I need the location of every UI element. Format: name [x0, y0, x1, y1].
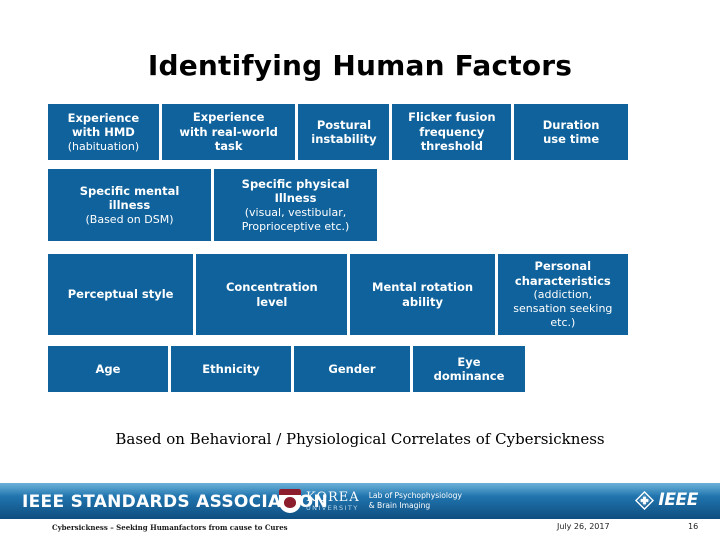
- factor-box-specific-mental-illness[interactable]: Specific mental illness (Based on DSM): [48, 169, 211, 241]
- ieee-diamond-icon: [635, 490, 655, 510]
- ieee-wordmark: IEEE: [658, 490, 698, 510]
- lab-line-2: & Brain Imaging: [368, 501, 431, 510]
- korea-university-logo: KOREA UNIVERSITY Lab of Psychophysiology…: [279, 489, 462, 513]
- diagram-row-1: Experience with HMD (habituation) Experie…: [48, 104, 628, 160]
- diagram-caption: Based on Behavioral / Physiological Corr…: [115, 430, 605, 448]
- factor-box-concentration-level[interactable]: Concentration level: [196, 254, 348, 335]
- factor-box-specific-physical-illness[interactable]: Specific physical Illness (visual, vestib…: [214, 169, 377, 241]
- factor-box-experience-hmd[interactable]: Experience with HMD (habituation): [48, 104, 159, 160]
- factor-box-duration-use-time[interactable]: Duration use time: [514, 104, 628, 160]
- factor-label: Gender: [328, 361, 376, 376]
- korea-university-wordmark: KOREA UNIVERSITY: [306, 491, 360, 512]
- factor-box-perceptual-style[interactable]: Perceptual style: [48, 254, 194, 335]
- factor-label: Experience with real-world task: [179, 110, 278, 154]
- factor-label: Specific physical Illness: [241, 176, 350, 206]
- factor-box-flicker-fusion-frequency-threshold[interactable]: Flicker fusion frequency threshold: [392, 104, 512, 160]
- factor-label: Mental rotation ability: [372, 280, 474, 309]
- factor-label: Duration use time: [542, 117, 600, 147]
- diagram-row-4: Age Ethnicity Gender Eye dominance: [48, 346, 628, 392]
- diagram-row-2: Specific mental illness (Based on DSM) Sp…: [48, 169, 628, 241]
- factor-label: Postural instability: [311, 117, 377, 147]
- human-factors-diagram: Experience with HMD (habituation) Experie…: [48, 104, 628, 392]
- ieee-logo: IEEE: [635, 490, 698, 510]
- factor-sublabel: (addiction, sensation seeking etc.): [513, 288, 613, 329]
- lab-name: Lab of Psychophysiology & Brain Imaging: [369, 491, 462, 511]
- factor-box-gender[interactable]: Gender: [294, 346, 410, 392]
- factor-label: Concentration level: [225, 280, 318, 309]
- factor-box-personal-characteristics[interactable]: Personal characteristics (addiction, sensa…: [497, 254, 628, 335]
- factor-box-ethnicity[interactable]: Ethnicity: [171, 346, 291, 392]
- factor-label: Experience with HMD: [67, 110, 140, 140]
- factor-box-experience-real-world-task[interactable]: Experience with real-world task: [161, 104, 296, 160]
- factor-box-eye-dominance[interactable]: Eye dominance: [413, 346, 525, 392]
- presentation-date: July 26, 2017: [557, 522, 610, 531]
- factor-box-mental-rotation-ability[interactable]: Mental rotation ability: [350, 254, 495, 335]
- factor-label: Eye dominance: [433, 354, 505, 384]
- presentation-title: Cybersickness – Seeking Humanfactors fro…: [52, 523, 288, 532]
- korea-crest-icon: [279, 489, 301, 513]
- footer-branding-band: IEEE STANDARDS ASSOCIATION KOREA UNIVERS…: [0, 483, 720, 519]
- factor-sublabel: (visual, vestibular, Proprioceptive etc.): [241, 205, 350, 233]
- factor-label: Specific mental illness: [79, 183, 180, 213]
- factor-label: Age: [95, 361, 121, 376]
- factor-label: Personal characteristics: [514, 259, 611, 288]
- slide-canvas: Identifying Human Factors Experience with…: [0, 0, 720, 540]
- factor-label: Flicker fusion frequency threshold: [408, 110, 496, 154]
- factor-sublabel: (Based on DSM): [85, 212, 174, 226]
- factor-label: Ethnicity: [202, 361, 260, 376]
- korea-name: KOREA: [306, 489, 360, 505]
- korea-university-subtitle: UNIVERSITY: [306, 503, 359, 512]
- factor-box-age[interactable]: Age: [48, 346, 168, 392]
- factor-sublabel: (habituation): [67, 139, 140, 153]
- lab-line-1: Lab of Psychophysiology: [368, 491, 462, 500]
- slide-status-bar: Cybersickness – Seeking Humanfactors fro…: [0, 519, 720, 540]
- factor-box-postural-instability[interactable]: Postural instability: [298, 104, 390, 160]
- factor-label: Perceptual style: [67, 287, 174, 302]
- diagram-row-3: Perceptual style Concentration level Ment…: [48, 254, 628, 335]
- page-title: Identifying Human Factors: [147, 49, 573, 82]
- slide-page-number: 16: [688, 522, 699, 531]
